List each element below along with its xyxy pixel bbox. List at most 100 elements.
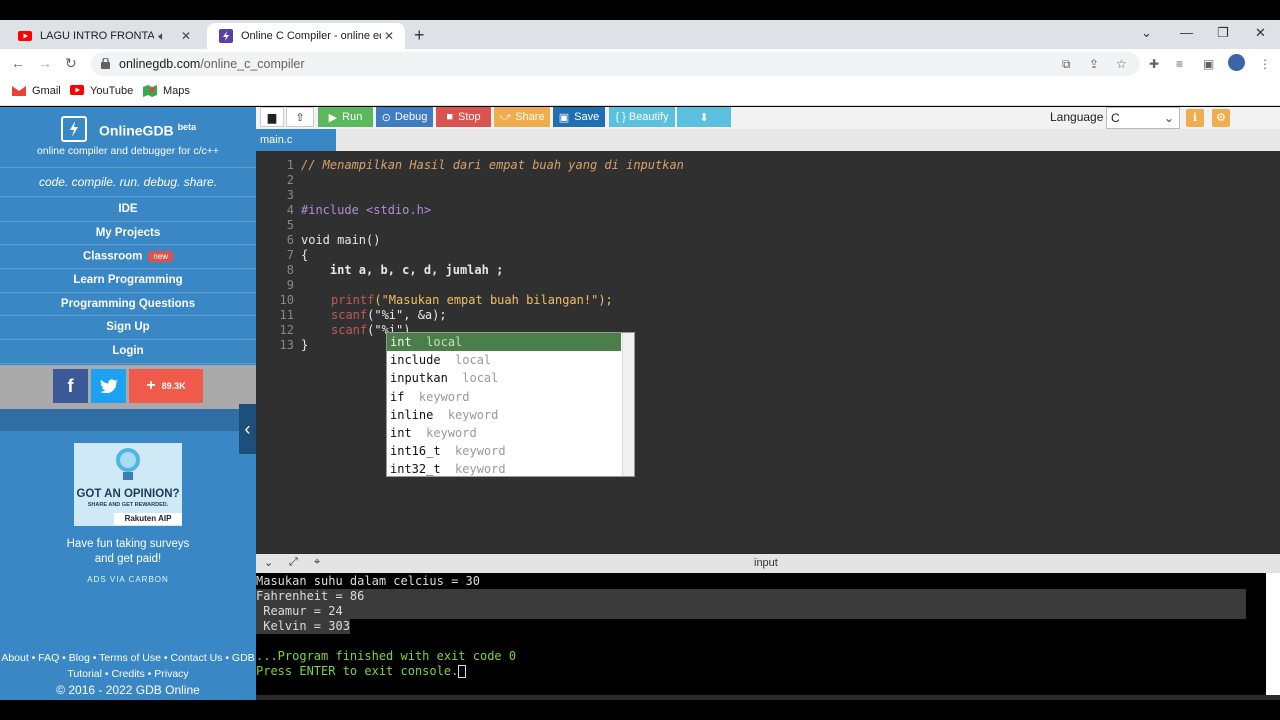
new-badge: new [148, 251, 174, 263]
settings-gear-icon[interactable]: ⚙ [1212, 109, 1230, 127]
browser-tab-youtube[interactable]: LAGU INTRO FRONTAL GAM 🔈︎ ✕ [6, 23, 202, 49]
autocomplete-item[interactable]: int keyword [387, 424, 621, 442]
ad-image[interactable]: GOT AN OPINION? SHARE AND GET REWARDED. … [74, 443, 182, 526]
ads-via-carbon[interactable]: ADS VIA CARBON [0, 575, 256, 584]
pin-icon[interactable]: ⌖ [314, 556, 320, 569]
facebook-icon[interactable]: f [53, 369, 88, 403]
expand-icon[interactable]: ⤢ [289, 556, 298, 569]
side-panel-icon[interactable]: ▣ [1203, 57, 1214, 71]
autocomplete-scrollbar[interactable] [622, 333, 634, 476]
forward-icon[interactable]: → [38, 55, 52, 71]
youtube-icon [70, 85, 84, 97]
new-file-icon[interactable]: ▆ [260, 107, 284, 127]
bookmark-star-icon[interactable]: ☆ [1116, 57, 1127, 71]
url-path: /online_c_compiler [200, 57, 305, 71]
file-tab-main-c[interactable]: main.c [256, 129, 336, 151]
autocomplete-item[interactable]: if keyword [387, 388, 621, 406]
bookmark-label: Maps [163, 85, 190, 97]
collapse-sidebar-icon[interactable]: ‹ [239, 404, 256, 454]
line-number: 4 [286, 203, 294, 217]
bookmark-maps[interactable]: Maps [143, 85, 190, 97]
tab-title: LAGU INTRO FRONTAL GAM [40, 30, 154, 42]
language-select[interactable]: C ⌄ [1106, 107, 1180, 129]
sidebar: OnlineGDB beta online compiler and debug… [0, 107, 256, 700]
download-icon[interactable]: ⬇ [677, 107, 731, 127]
browser-tab-bar: LAGU INTRO FRONTAL GAM 🔈︎ ✕ Online C Com… [0, 20, 1280, 49]
share-page-icon[interactable]: ⇪ [1089, 57, 1099, 71]
profile-avatar[interactable] [1228, 54, 1245, 71]
beautify-button[interactable]: { } Beautify [609, 107, 675, 127]
autocomplete-item[interactable]: int local [387, 333, 621, 351]
info-icon[interactable]: ℹ [1186, 109, 1204, 127]
console-output[interactable]: Masukan suhu dalam celcius = 30 Fahrenhe… [256, 573, 1280, 695]
new-tab-icon[interactable]: + [414, 25, 425, 46]
debug-button[interactable]: ⊙ Debug [376, 107, 433, 127]
autocomplete-item[interactable]: inline keyword [387, 406, 621, 424]
bookmark-youtube[interactable]: YouTube [70, 85, 133, 97]
line-number: 8 [286, 263, 294, 277]
language-label: Language [1050, 110, 1104, 124]
console-cursor [458, 665, 467, 678]
share-button[interactable]: ⤻ Share [494, 107, 550, 127]
extensions-icon[interactable]: ✚ [1149, 57, 1159, 71]
chevron-down-icon: ⌄ [1163, 111, 1174, 125]
console-scrollbar[interactable] [1266, 573, 1280, 695]
bookmark-gmail[interactable]: Gmail [12, 85, 61, 97]
speaker-icon[interactable]: 🔈︎ [154, 29, 170, 44]
share-count: 89.3K [161, 381, 186, 391]
sidebar-item-login[interactable]: Login [0, 340, 256, 364]
sidebar-item-ide[interactable]: IDE [0, 198, 256, 222]
footer: About • FAQ • Blog • Terms of Use • Cont… [0, 650, 256, 698]
line-number: 2 [286, 173, 294, 187]
close-tab-icon[interactable]: ✕ [381, 29, 397, 43]
footer-links[interactable]: About • FAQ • Blog • Terms of Use • Cont… [0, 650, 256, 666]
sidebar-item-classroom[interactable]: Classroom new [0, 245, 256, 270]
chevron-down-icon[interactable]: ⌄ [264, 556, 273, 569]
console-line: Reamur = 24 [256, 604, 1246, 619]
footer-links-2[interactable]: Tutorial • Credits • Privacy [0, 666, 256, 682]
plus-icon: + [146, 377, 156, 394]
upload-icon[interactable]: ⇧ [286, 107, 314, 127]
run-button[interactable]: ▶ Run [318, 107, 373, 127]
onlinegdb-icon [219, 29, 233, 43]
console-line: Fahrenheit = 86 [256, 589, 1246, 604]
lock-icon [101, 58, 110, 69]
youtube-icon [18, 29, 32, 43]
copyright: © 2016 - 2022 GDB Online [56, 683, 200, 697]
url-input[interactable]: onlinegdb.com/online_c_compiler [91, 52, 1140, 76]
line-number: 6 [286, 233, 294, 247]
close-window-icon[interactable]: ✕ [1255, 25, 1266, 41]
maps-icon [143, 85, 157, 97]
twitter-icon[interactable] [91, 369, 126, 403]
onlinegdb-logo-icon [61, 116, 87, 142]
close-tab-icon[interactable]: ✕ [178, 29, 194, 43]
sidebar-item-programming-questions[interactable]: Programming Questions [0, 293, 256, 317]
autocomplete-item[interactable]: int32_t keyword [387, 460, 621, 478]
share-count-button[interactable]: +89.3K [129, 369, 203, 403]
autocomplete-item[interactable]: inputkan local [387, 369, 621, 387]
reload-icon[interactable]: ↻ [65, 55, 77, 72]
stop-icon: ■ [446, 111, 453, 123]
browser-tab-onlinegdb[interactable]: Online C Compiler - online editor ✕ [207, 23, 405, 49]
sidebar-item-sign-up[interactable]: Sign Up [0, 316, 256, 341]
back-icon[interactable]: ← [11, 55, 25, 71]
autocomplete-item[interactable]: include local [387, 351, 621, 369]
sidebar-item-my-projects[interactable]: My Projects [0, 222, 256, 246]
line-number: 9 [286, 278, 294, 292]
save-button[interactable]: ▣ Save [553, 107, 605, 127]
console-line: Masukan suhu dalam celcius = 30 [256, 574, 480, 588]
translate-icon[interactable]: ⧉ [1062, 57, 1071, 72]
maximize-icon[interactable]: ❐ [1217, 25, 1229, 41]
chevron-down-icon[interactable]: ⌄ [1141, 25, 1152, 41]
line-number: 13 [279, 338, 294, 352]
stop-button[interactable]: ■ Stop [436, 107, 491, 127]
code-line-1: // Menampilkan Hasil dari empat buah yan… [301, 158, 684, 172]
minimize-icon[interactable]: — [1180, 25, 1193, 40]
brand[interactable]: OnlineGDB beta online compiler and debug… [0, 107, 256, 165]
sidebar-item-learn-programming[interactable]: Learn Programming [0, 269, 256, 293]
ad-text[interactable]: Have fun taking surveys and get paid! [0, 537, 256, 567]
media-icon[interactable]: ≡ [1176, 57, 1183, 71]
autocomplete-item[interactable]: int16_t keyword [387, 442, 621, 460]
share-icon: ⤻ [499, 110, 512, 123]
menu-dots-icon[interactable]: ⋮ [1259, 57, 1271, 71]
